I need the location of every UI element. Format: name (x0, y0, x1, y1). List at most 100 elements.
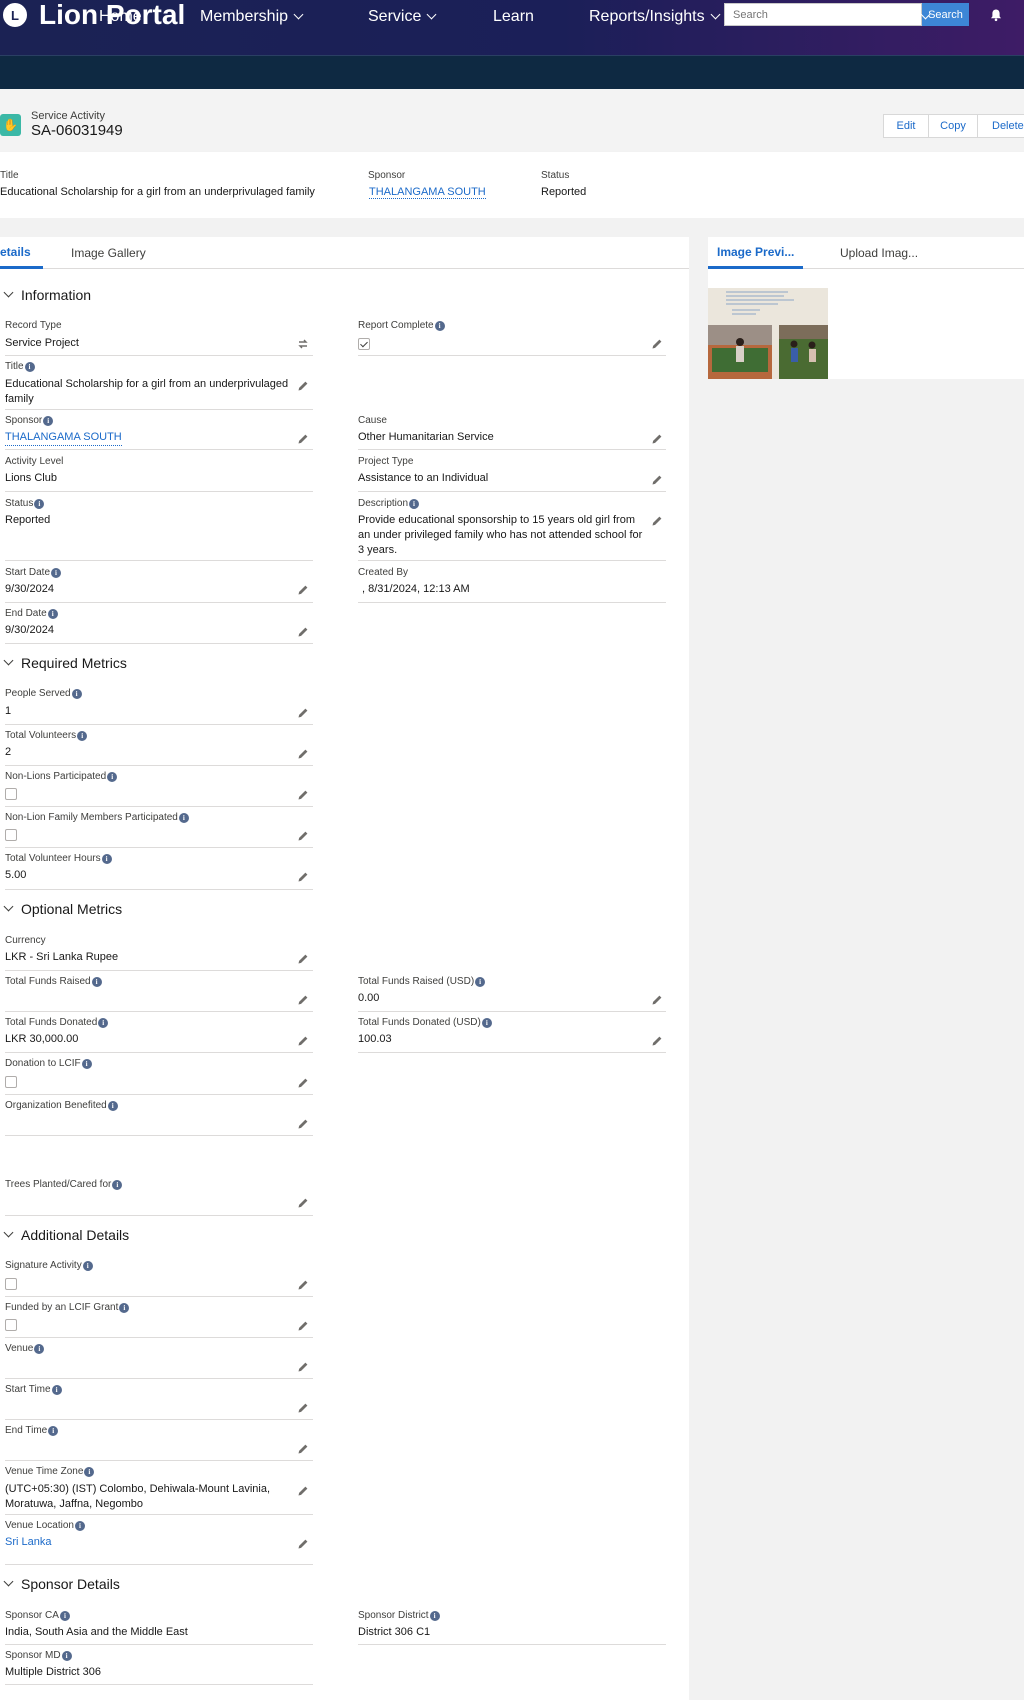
pencil-icon[interactable] (297, 1402, 309, 1414)
copy-button[interactable]: Copy (928, 114, 978, 138)
pencil-icon[interactable] (297, 953, 309, 965)
info-icon[interactable]: i (51, 567, 62, 578)
info-icon[interactable]: i (34, 498, 45, 509)
nav-more[interactable]: More (879, 0, 931, 34)
highlight-sponsor-link[interactable]: THALANGAMA SOUTH (369, 186, 486, 199)
info-icon[interactable]: i (47, 608, 58, 619)
info-icon[interactable]: i (409, 498, 420, 509)
venue-location-link[interactable]: Sri Lanka (5, 1535, 51, 1550)
pencil-icon[interactable] (651, 1035, 663, 1047)
info-icon[interactable]: i (34, 1343, 45, 1354)
edit-button[interactable]: Edit (883, 114, 929, 138)
pencil-icon[interactable] (297, 1077, 309, 1089)
info-icon[interactable]: i (82, 1260, 93, 1271)
pencil-icon[interactable] (297, 1197, 309, 1209)
field-value-sponsor-district: District 306 C1 (358, 1626, 431, 1638)
donation-lcif-checkbox[interactable] (5, 1076, 17, 1088)
signature-activity-checkbox[interactable] (5, 1278, 17, 1290)
section-optional-metrics[interactable]: Optional Metrics (3, 901, 122, 917)
pencil-icon[interactable] (297, 1443, 309, 1455)
pencil-icon[interactable] (297, 830, 309, 842)
section-required-metrics[interactable]: Required Metrics (3, 655, 127, 671)
field-value-start-date: 9/30/2024 (5, 583, 54, 595)
chevron-down-icon (3, 1227, 14, 1238)
field-value-status: Reported (5, 514, 51, 526)
info-icon[interactable]: i (43, 415, 54, 426)
info-icon[interactable]: i (48, 1425, 59, 1436)
info-icon[interactable]: i (91, 976, 102, 987)
info-icon[interactable]: i (429, 1610, 440, 1621)
field-value-record-type: Service Project (5, 337, 79, 349)
pencil-icon[interactable] (297, 707, 309, 719)
field-value-venue-time-zone: (UTC+05:30) (IST) Colombo, Dehiwala-Moun… (5, 1483, 271, 1510)
field-value-cause: Other Humanitarian Service (358, 431, 494, 443)
info-icon[interactable]: i (107, 1100, 118, 1111)
pencil-icon[interactable] (297, 1485, 309, 1497)
lcif-grant-checkbox[interactable] (5, 1319, 17, 1331)
pencil-icon[interactable] (297, 1320, 309, 1332)
field-label-non-lions-participated: Non-Lions Participated i (5, 771, 118, 782)
info-icon[interactable]: i (81, 1058, 92, 1069)
highlight-sponsor-label: Sponsor (368, 170, 406, 181)
pencil-icon[interactable] (297, 1361, 309, 1373)
info-icon[interactable]: i (84, 1466, 95, 1477)
field-label-volunteer-hours: Total Volunteer Hours i (5, 853, 112, 864)
report-complete-checkbox[interactable] (358, 338, 370, 350)
info-icon[interactable]: i (74, 1520, 85, 1531)
image-preview-thumbnail[interactable] (708, 288, 828, 379)
pencil-icon[interactable] (297, 1118, 309, 1130)
pencil-icon[interactable] (297, 626, 309, 638)
sponsor-link[interactable]: THALANGAMA SOUTH (5, 430, 122, 446)
pencil-icon[interactable] (297, 380, 309, 392)
pencil-icon[interactable] (651, 338, 663, 350)
section-additional-details[interactable]: Additional Details (3, 1227, 129, 1243)
pencil-icon[interactable] (297, 871, 309, 883)
pencil-icon[interactable] (297, 994, 309, 1006)
info-icon[interactable]: i (434, 320, 445, 331)
field-label-venue: Venue i (5, 1343, 45, 1354)
info-icon[interactable]: i (101, 853, 112, 864)
bell-icon[interactable] (989, 8, 1003, 22)
info-icon[interactable]: i (98, 1017, 109, 1028)
delete-button[interactable]: Delete (977, 114, 1024, 138)
info-icon[interactable]: i (178, 812, 189, 823)
tab-image-gallery[interactable]: Image Gallery (71, 237, 146, 269)
info-icon[interactable]: i (61, 1650, 72, 1661)
pencil-icon[interactable] (297, 584, 309, 596)
nav-reports-insights[interactable]: Reports/Insights (589, 0, 721, 34)
nav-service[interactable]: Service (368, 0, 437, 34)
tab-upload-image[interactable]: Upload Imag... (840, 237, 918, 269)
tab-image-preview[interactable]: Image Previ... (708, 237, 804, 269)
nav-home[interactable]: Home (99, 0, 142, 34)
pencil-icon[interactable] (297, 789, 309, 801)
pencil-icon[interactable] (297, 433, 309, 445)
info-icon[interactable]: i (107, 771, 118, 782)
lions-logo-icon[interactable]: L (0, 0, 30, 30)
non-lions-participated-checkbox[interactable] (5, 788, 17, 800)
info-icon[interactable]: i (59, 1610, 70, 1621)
pencil-icon[interactable] (297, 1035, 309, 1047)
info-icon[interactable]: i (51, 1384, 62, 1395)
section-sponsor-details[interactable]: Sponsor Details (3, 1576, 120, 1592)
pencil-icon[interactable] (297, 1279, 309, 1291)
info-icon[interactable]: i (119, 1302, 130, 1313)
info-icon[interactable]: i (71, 688, 82, 699)
pencil-icon[interactable] (297, 1538, 309, 1550)
pencil-icon[interactable] (651, 474, 663, 486)
pencil-icon[interactable] (651, 515, 663, 527)
info-icon[interactable]: i (481, 1017, 492, 1028)
pencil-icon[interactable] (651, 994, 663, 1006)
info-icon[interactable]: i (475, 976, 486, 987)
pencil-icon[interactable] (297, 748, 309, 760)
non-lion-family-checkbox[interactable] (5, 829, 17, 841)
section-information[interactable]: Information (3, 287, 91, 303)
tab-details[interactable]: etails (0, 237, 43, 269)
nav-membership[interactable]: Membership (200, 0, 304, 34)
info-icon[interactable]: i (77, 730, 88, 741)
swap-icon[interactable] (297, 338, 309, 350)
info-icon[interactable]: i (112, 1179, 123, 1190)
info-icon[interactable]: i (24, 361, 35, 372)
pencil-icon[interactable] (651, 433, 663, 445)
nav-learn[interactable]: Learn (493, 0, 534, 34)
nav-shop[interactable]: Shop (785, 0, 822, 34)
